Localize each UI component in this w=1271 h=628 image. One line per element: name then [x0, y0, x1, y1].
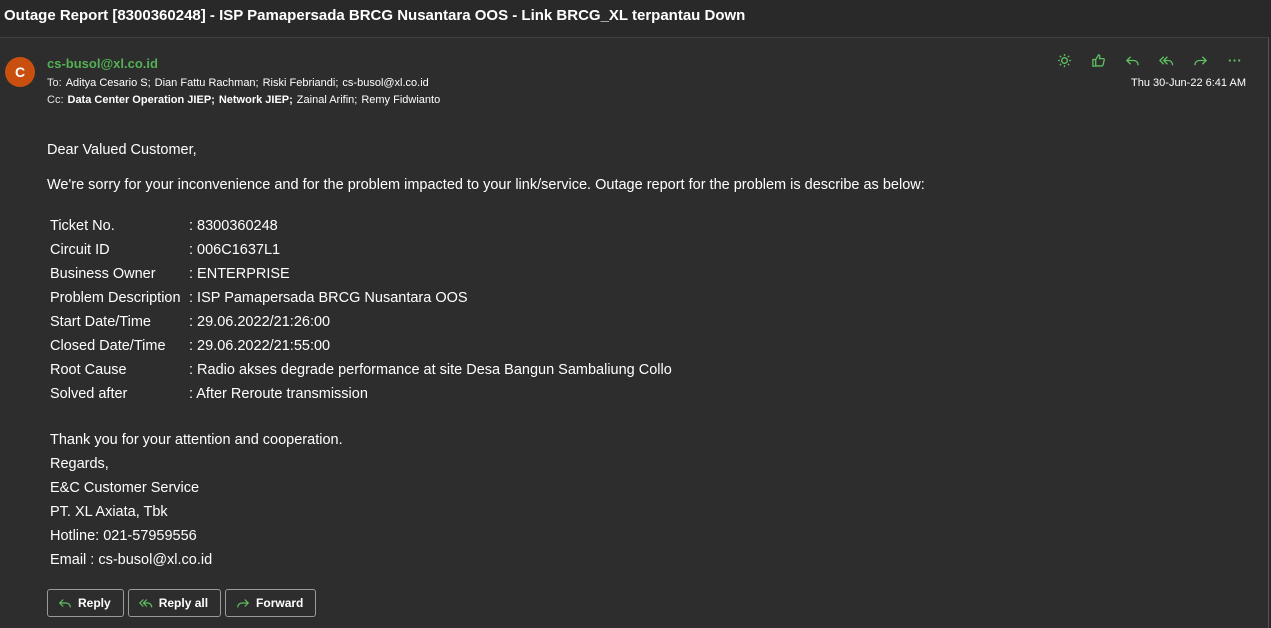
detail-value: : Radio akses degrade performance at sit… — [189, 362, 672, 378]
cc-recipient[interactable]: Data Center Operation JIEP; — [68, 94, 215, 106]
detail-key: Start Date/Time — [50, 314, 151, 330]
detail-row: Business Owner : ENTERPRISE — [50, 262, 672, 286]
detail-key: Solved after — [50, 386, 128, 402]
reply-all-label: Reply all — [158, 596, 209, 610]
reply-all-button[interactable]: Reply all — [127, 589, 222, 617]
quick-actions: Reply Reply all Forward — [47, 589, 317, 617]
detail-row: Ticket No. : 8300360248 — [50, 214, 672, 238]
reply-all-icon — [138, 599, 152, 608]
email-subject: Outage Report [8300360248] - ISP Pamaper… — [4, 7, 746, 24]
detail-value: : 29.06.2022/21:26:00 — [189, 314, 331, 330]
sender-avatar[interactable]: C — [5, 57, 35, 87]
detail-row: Closed Date/Time : 29.06.2022/21:55:00 — [50, 334, 672, 358]
detail-key: Closed Date/Time — [50, 338, 166, 354]
to-recipient[interactable]: Riski Febriandi; — [263, 77, 339, 89]
detail-key: Ticket No. — [50, 218, 115, 234]
received-date: Thu 30-Jun-22 6:41 AM — [1131, 77, 1246, 89]
cc-recipients: Data Center Operation JIEP; Network JIEP;… — [68, 94, 445, 106]
detail-value: : ISP Pamapersada BRCG Nusantara OOS — [189, 290, 468, 306]
reply-all-icon[interactable] — [1154, 50, 1178, 70]
more-icon[interactable] — [1222, 50, 1246, 70]
detail-key: Root Cause — [50, 362, 127, 378]
signature-line: Hotline: 021-57959556 — [50, 528, 197, 544]
detail-key: Business Owner — [50, 266, 156, 282]
detail-value: : ENTERPRISE — [189, 266, 290, 282]
greeting: Dear Valued Customer, — [47, 142, 197, 158]
cc-recipient[interactable]: Network JIEP; — [219, 94, 293, 106]
reply-label: Reply — [78, 596, 111, 610]
signature-line: PT. XL Axiata, Tbk — [50, 504, 168, 520]
detail-row: Solved after : After Reroute transmission — [50, 382, 672, 406]
outage-details-table: Ticket No. : 8300360248 Circuit ID : 006C16… — [50, 214, 672, 406]
forward-icon[interactable] — [1188, 50, 1212, 70]
to-label: To: — [47, 77, 62, 89]
detail-row: Problem Description : ISP Pamapersada BRC… — [50, 286, 672, 310]
detail-key: Circuit ID — [50, 242, 110, 258]
cc-line: Cc: Data Center Operation JIEP; Network JI… — [47, 94, 444, 106]
detail-value: : 8300360248 — [189, 218, 278, 234]
to-recipients: Aditya Cesario S; Dian Fattu Rachman; Risk… — [66, 77, 433, 89]
detail-value: : After Reroute transmission — [189, 386, 368, 402]
cc-recipient[interactable]: Zainal Arifin; — [297, 94, 358, 106]
to-recipient[interactable]: Aditya Cesario S; — [66, 77, 151, 89]
sender-address[interactable]: cs-busol@xl.co.id — [47, 56, 158, 71]
forward-label: Forward — [256, 596, 304, 610]
forward-button[interactable]: Forward — [225, 589, 317, 617]
reply-icon — [58, 599, 71, 608]
reading-pane: C cs-busol@xl.co.id To: Aditya Cesario S;… — [0, 37, 1269, 628]
reply-icon[interactable] — [1120, 50, 1144, 70]
message-toolbar — [1052, 50, 1246, 70]
detail-row: Start Date/Time : 29.06.2022/21:26:00 — [50, 310, 672, 334]
detail-key: Problem Description — [50, 290, 181, 306]
signature-line: Regards, — [50, 456, 109, 472]
sun-icon[interactable] — [1052, 50, 1076, 70]
detail-row: Circuit ID : 006C1637L1 — [50, 238, 672, 262]
detail-value: : 29.06.2022/21:55:00 — [189, 338, 331, 354]
detail-value: : 006C1637L1 — [189, 242, 281, 258]
signature-line: E&C Customer Service — [50, 480, 200, 496]
subject-bar: Outage Report [8300360248] - ISP Pamaper… — [0, 0, 1271, 36]
detail-row: Root Cause : Radio akses degrade performa… — [50, 358, 672, 382]
signature-block: Thank you for your attention and coopera… — [50, 428, 343, 572]
cc-recipient[interactable]: Remy Fidwianto — [361, 94, 440, 106]
signature-line: Email : cs-busol@xl.co.id — [50, 552, 213, 568]
to-recipient[interactable]: Dian Fattu Rachman; — [155, 77, 259, 89]
thumbs-up-icon[interactable] — [1086, 50, 1110, 70]
intro-text: We're sorry for your inconvenience and f… — [47, 177, 925, 193]
signature-line: Thank you for your attention and coopera… — [50, 432, 343, 448]
forward-icon — [237, 599, 250, 608]
cc-label: Cc: — [47, 94, 64, 106]
to-line: To: Aditya Cesario S; Dian Fattu Rachman; R… — [47, 77, 433, 89]
to-recipient[interactable]: cs-busol@xl.co.id — [342, 77, 428, 89]
reply-button[interactable]: Reply — [47, 589, 124, 617]
